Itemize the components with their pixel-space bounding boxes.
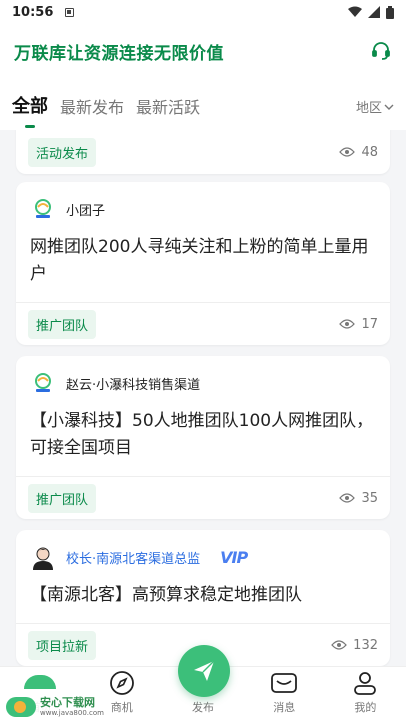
user-icon: [352, 669, 378, 697]
app-header: 万联库让资源连接无限价值: [0, 24, 406, 78]
eye-icon: [339, 493, 356, 503]
view-count-value: 48: [361, 144, 378, 160]
download-site-watermark: 安心下载网 www.java800.com: [2, 695, 108, 719]
paper-plane-icon: [194, 660, 215, 681]
post-title[interactable]: 【小瀑科技】50人地推团队100人网推团队，可接全国项目: [16, 396, 390, 462]
eye-icon: [331, 640, 348, 650]
tabbar-label: 消息: [273, 701, 296, 714]
post-title[interactable]: 网推团队200人寻纯关注和上粉的简单上量用户: [16, 222, 390, 288]
publish-button[interactable]: [178, 645, 230, 697]
author-name[interactable]: 小团子: [66, 200, 105, 219]
post-card[interactable]: 赵云·小瀑科技销售渠道 【小瀑科技】50人地推团队100人网推团队，可接全国项目…: [16, 356, 390, 519]
eye-icon: [339, 147, 356, 157]
tab-all[interactable]: 全部: [12, 92, 48, 118]
tab-latest-active[interactable]: 最新活跃: [136, 94, 200, 118]
view-count: 17: [339, 317, 378, 332]
status-icons: [348, 5, 394, 19]
chevron-down-icon: [384, 104, 394, 110]
category-tag[interactable]: 推广团队: [28, 309, 97, 339]
watermark-name: 安心下载网: [40, 696, 95, 709]
watermark-logo-icon: [6, 697, 36, 717]
signal-icon: [368, 6, 380, 18]
status-bar: 10:56: [0, 0, 406, 24]
post-feed: 活动发布 48 小团子 网推团队200人寻纯关注和上粉的简单上量用户 推广团队 …: [0, 130, 406, 666]
category-tag[interactable]: 推广团队: [28, 483, 97, 513]
post-card[interactable]: 小团子 网推团队200人寻纯关注和上粉的简单上量用户 推广团队 17: [16, 182, 390, 345]
card-author-row: 赵云·小瀑科技销售渠道: [16, 356, 390, 396]
battery-icon: [386, 5, 394, 19]
watermark-url: www.java800.com: [40, 709, 104, 717]
tabbar-profile[interactable]: 我的: [325, 667, 406, 721]
view-count-value: 17: [361, 316, 378, 332]
tabbar-label: 我的: [354, 701, 377, 714]
status-time: 10:56: [12, 4, 54, 20]
eye-icon: [339, 319, 356, 329]
author-name[interactable]: 校长·南源北客渠道总监: [66, 548, 200, 567]
post-title[interactable]: 【南源北客】高预算求稳定地推团队: [16, 570, 390, 609]
mail-icon: [270, 669, 298, 697]
tabbar-label: 发布: [192, 701, 214, 714]
card-footer: 推广团队 35: [16, 477, 390, 519]
region-filter[interactable]: 地区: [356, 97, 394, 118]
card-footer: 推广团队 17: [16, 303, 390, 345]
category-tag[interactable]: 项目拉新: [28, 630, 97, 660]
compass-icon: [109, 669, 135, 697]
app-title: 万联库让资源连接无限价值: [14, 43, 224, 64]
vip-badge: VIP: [220, 547, 248, 567]
tabbar-messages[interactable]: 消息: [244, 667, 325, 721]
region-label: 地区: [355, 101, 382, 116]
app-logo-icon: [30, 196, 56, 222]
post-card[interactable]: 活动发布 48: [16, 130, 390, 174]
wifi-icon: [348, 6, 362, 17]
card-footer: 活动发布 48: [16, 130, 390, 174]
card-author-row: 校长·南源北客渠道总监 VIP: [16, 530, 390, 570]
view-count-value: 35: [361, 490, 378, 506]
category-tag[interactable]: 活动发布: [28, 137, 97, 167]
user-portrait-icon: [30, 544, 56, 570]
card-author-row: 小团子: [16, 182, 390, 222]
sim-card-icon: [65, 7, 75, 17]
headset-icon[interactable]: [370, 40, 392, 62]
view-count: 48: [339, 145, 378, 160]
filter-tabs: 全部 最新发布 最新活跃 地区: [0, 78, 406, 130]
app-logo-icon: [30, 370, 56, 396]
view-count: 132: [331, 638, 378, 653]
view-count: 35: [339, 491, 378, 506]
author-name[interactable]: 赵云·小瀑科技销售渠道: [66, 374, 200, 393]
tabbar-label: 商机: [110, 701, 133, 714]
tab-latest-posted[interactable]: 最新发布: [60, 94, 124, 118]
view-count-value: 132: [353, 637, 378, 653]
